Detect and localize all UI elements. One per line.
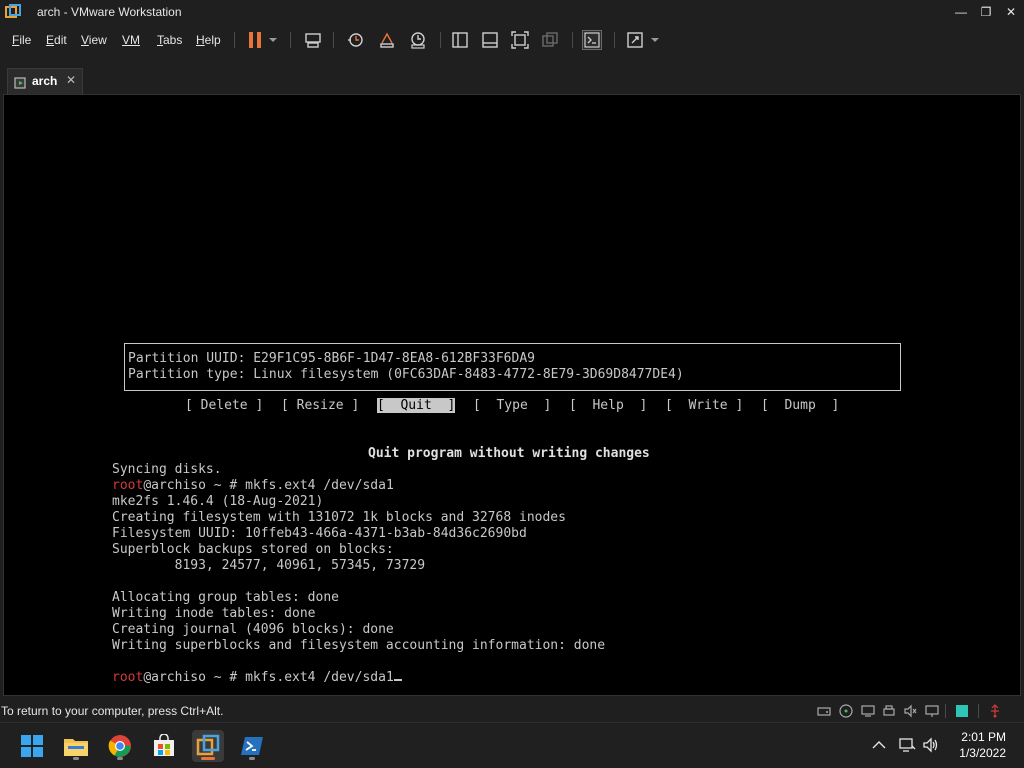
- partition-uuid-line: Partition UUID: E29F1C95-8B6F-1D47-8EA8-…: [128, 351, 535, 366]
- terminal-current-prompt[interactable]: root@archiso ~ # mkfs.ext4 /dev/sda1: [112, 670, 402, 686]
- status-message: To return to your computer, press Ctrl+A…: [1, 704, 224, 718]
- chrome-icon: [108, 735, 131, 757]
- minimize-button[interactable]: —: [948, 0, 974, 24]
- hard-disk-icon[interactable]: [817, 704, 831, 718]
- windows-logo-icon: [21, 735, 43, 757]
- cfdisk-hint: Quit program without writing changes: [368, 446, 650, 461]
- tab-arch[interactable]: arch ✕: [7, 68, 83, 94]
- text-cursor: [393, 679, 402, 681]
- clock-time: 2:01 PM: [961, 730, 1006, 744]
- taskbar-chrome[interactable]: [104, 730, 136, 762]
- toolbar-separator: [290, 32, 291, 48]
- console-view-icon[interactable]: [582, 30, 602, 50]
- taskbar-microsoft-store[interactable]: [148, 730, 180, 762]
- pause-icon[interactable]: [245, 30, 265, 50]
- running-indicator: [73, 757, 79, 760]
- vmware-app-icon: [5, 4, 21, 18]
- snapshot-manager-icon[interactable]: [408, 30, 428, 50]
- taskbar-file-explorer[interactable]: [60, 730, 92, 762]
- vm-console[interactable]: Partition UUID: E29F1C95-8B6F-1D47-8EA8-…: [3, 94, 1021, 696]
- tab-close-icon[interactable]: ✕: [66, 73, 76, 87]
- powershell-icon: [241, 737, 263, 755]
- active-indicator: [201, 757, 215, 760]
- partition-type-line: Partition type: Linux filesystem (0FC63D…: [128, 367, 684, 382]
- cfdisk-quit-option[interactable]: [ Quit ]: [377, 398, 456, 414]
- toolbar-separator: [333, 32, 334, 48]
- window-title: arch - VMware Workstation: [37, 5, 182, 19]
- terminal-line: Writing superblocks and filesystem accou…: [112, 638, 606, 653]
- terminal-line: Superblock backups stored on blocks:: [112, 542, 394, 557]
- terminal-line: Allocating group tables: done: [112, 590, 339, 605]
- terminal-line: Creating filesystem with 131072 1k block…: [112, 510, 566, 525]
- title-bar: arch - VMware Workstation — ❐ ✕: [0, 0, 1024, 24]
- maximize-button[interactable]: ❐: [973, 0, 999, 24]
- menu-vm[interactable]: VM: [122, 33, 140, 47]
- cd-dvd-icon[interactable]: [839, 704, 853, 718]
- stretch-dropdown-icon[interactable]: [648, 30, 662, 50]
- cfdisk-help-option[interactable]: [ Help ]: [569, 398, 647, 414]
- status-separator: [978, 704, 979, 718]
- terminal-line: mke2fs 1.46.4 (18-Aug-2021): [112, 494, 324, 509]
- terminal-line: Filesystem UUID: 10ffeb43-466a-4371-b3ab…: [112, 526, 527, 541]
- vmware-icon: [196, 734, 220, 756]
- send-ctrl-alt-del-icon[interactable]: [303, 30, 323, 50]
- start-button[interactable]: [16, 730, 48, 762]
- message-log-icon[interactable]: [955, 704, 969, 718]
- toolbar-separator: [572, 32, 573, 48]
- show-thumbnail-bar-icon[interactable]: [480, 30, 500, 50]
- terminal-line: Creating journal (4096 blocks): done: [112, 622, 394, 637]
- toolbar-separator: [440, 32, 441, 48]
- windows-taskbar: 2:01 PM 1/3/2022: [0, 722, 1024, 768]
- chevron-up-icon[interactable]: [872, 740, 886, 750]
- full-screen-icon[interactable]: [510, 30, 530, 50]
- taskbar-powershell[interactable]: [236, 730, 268, 762]
- cfdisk-delete-option[interactable]: [ Delete ]: [185, 398, 263, 414]
- printer-icon[interactable]: [882, 704, 896, 718]
- usb-device-icon[interactable]: [988, 704, 1002, 718]
- toolbar-separator: [614, 32, 615, 48]
- snapshot-icon[interactable]: [345, 30, 365, 50]
- menu-view[interactable]: View: [81, 33, 107, 47]
- cfdisk-type-option[interactable]: [ Type ]: [473, 398, 551, 414]
- close-button[interactable]: ✕: [998, 0, 1024, 24]
- toolbar-separator: [234, 32, 235, 48]
- display-icon[interactable]: [925, 704, 939, 718]
- volume-icon[interactable]: [922, 736, 940, 754]
- clock-date: 1/3/2022: [959, 746, 1006, 760]
- sound-card-icon[interactable]: [903, 704, 917, 718]
- menu-tabs[interactable]: Tabs: [157, 33, 182, 47]
- tab-label: arch: [32, 74, 58, 88]
- terminal-prompt-line: root@archiso ~ # mkfs.ext4 /dev/sda1: [112, 478, 394, 493]
- menu-file[interactable]: File: [12, 33, 31, 47]
- system-clock[interactable]: 2:01 PM 1/3/2022: [959, 729, 1006, 761]
- network-adapter-icon[interactable]: [861, 704, 875, 718]
- store-icon: [154, 734, 174, 756]
- taskbar-vmware[interactable]: [192, 730, 224, 762]
- status-separator: [945, 704, 946, 718]
- cfdisk-resize-option[interactable]: [ Resize ]: [281, 398, 359, 414]
- revert-snapshot-icon[interactable]: [377, 30, 397, 50]
- cfdisk-dump-option[interactable]: [ Dump ]: [761, 398, 839, 414]
- unity-icon[interactable]: [540, 30, 560, 50]
- status-bar: To return to your computer, press Ctrl+A…: [0, 700, 1024, 722]
- pause-dropdown-icon[interactable]: [266, 30, 280, 50]
- terminal-line: Syncing disks.: [112, 462, 222, 477]
- stretch-guest-icon[interactable]: [625, 30, 645, 50]
- folder-icon: [64, 739, 88, 756]
- menu-help[interactable]: Help: [196, 33, 221, 47]
- menu-edit[interactable]: Edit: [46, 33, 67, 47]
- network-icon[interactable]: [898, 736, 916, 754]
- cfdisk-write-option[interactable]: [ Write ]: [665, 398, 743, 414]
- vm-tab-icon: [14, 77, 26, 89]
- tab-strip: arch ✕: [0, 58, 1024, 96]
- running-indicator: [249, 757, 255, 760]
- terminal-line: Writing inode tables: done: [112, 606, 316, 621]
- show-library-icon[interactable]: [450, 30, 470, 50]
- terminal-line: 8193, 24577, 40961, 57345, 73729: [112, 558, 426, 573]
- running-indicator: [117, 757, 123, 760]
